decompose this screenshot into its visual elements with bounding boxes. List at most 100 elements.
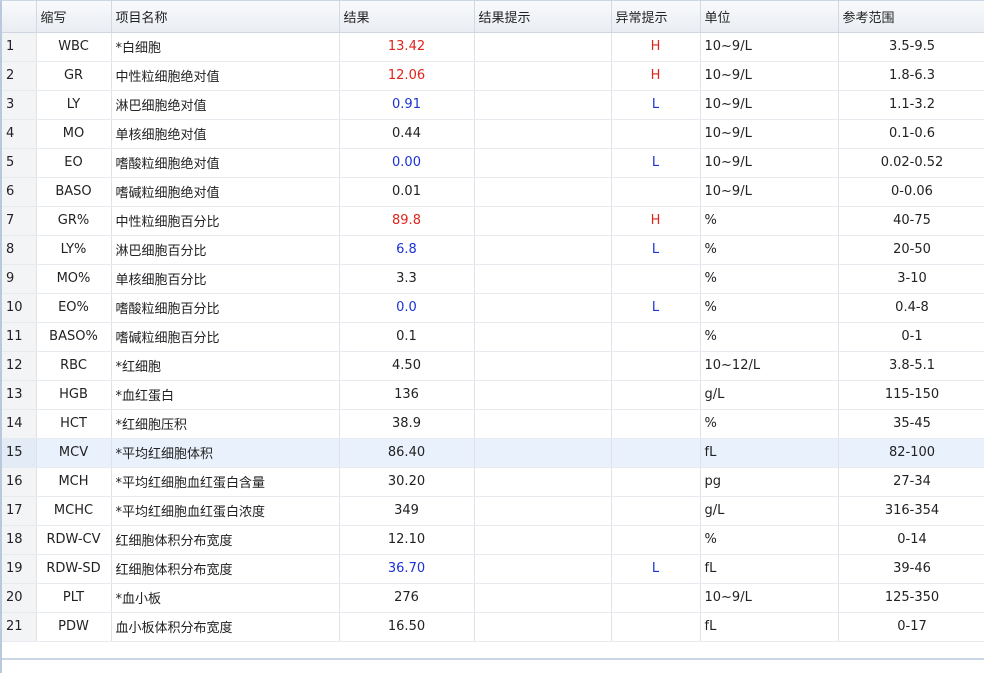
- cell-abbr[interactable]: EO: [36, 148, 112, 178]
- cell-range[interactable]: 3.8-5.1: [838, 351, 984, 381]
- cell-result[interactable]: 0.1: [339, 322, 475, 352]
- cell-abbr[interactable]: RDW-CV: [36, 525, 112, 555]
- row-number[interactable]: 8: [2, 235, 37, 265]
- cell-name[interactable]: 红细胞体积分布宽度: [111, 525, 340, 555]
- cell-unit[interactable]: %: [700, 235, 839, 265]
- cell-hint[interactable]: [474, 496, 612, 526]
- cell-range[interactable]: 0.4-8: [838, 293, 984, 323]
- cell-abbr[interactable]: PDW: [36, 612, 112, 642]
- cell-abbr[interactable]: RBC: [36, 351, 112, 381]
- cell-range[interactable]: 125-350: [838, 583, 984, 613]
- cell-range[interactable]: 82-100: [838, 438, 984, 468]
- cell-abbr[interactable]: LY: [36, 90, 112, 120]
- cell-name[interactable]: 中性粒细胞百分比: [111, 206, 340, 236]
- row-number[interactable]: 13: [2, 380, 37, 410]
- cell-result[interactable]: 3.3: [339, 264, 475, 294]
- cell-flag[interactable]: [611, 467, 701, 497]
- cell-hint[interactable]: [474, 467, 612, 497]
- cell-result[interactable]: 0.44: [339, 119, 475, 149]
- cell-hint[interactable]: [474, 90, 612, 120]
- cell-hint[interactable]: [474, 438, 612, 468]
- row-number[interactable]: 14: [2, 409, 37, 439]
- cell-name[interactable]: *平均红细胞体积: [111, 438, 340, 468]
- row-number[interactable]: 20: [2, 583, 37, 613]
- cell-abbr[interactable]: MO: [36, 119, 112, 149]
- table-row[interactable]: 20 PLT *血小板 276 10~9/L 125-350: [2, 583, 984, 613]
- cell-result[interactable]: 0.91: [339, 90, 475, 120]
- table-row[interactable]: 14 HCT *红细胞压积 38.9% 35-45: [2, 409, 984, 439]
- cell-name[interactable]: *红细胞: [111, 351, 340, 381]
- cell-range[interactable]: 35-45: [838, 409, 984, 439]
- cell-unit[interactable]: 10~9/L: [700, 119, 839, 149]
- cell-range[interactable]: 3-10: [838, 264, 984, 294]
- cell-range[interactable]: 0-0.06: [838, 177, 984, 207]
- column-header-range[interactable]: 参考范围: [838, 1, 984, 33]
- cell-flag[interactable]: L: [611, 148, 701, 178]
- cell-range[interactable]: 0-14: [838, 525, 984, 555]
- column-header-name[interactable]: 项目名称: [111, 1, 340, 33]
- row-number[interactable]: 12: [2, 351, 37, 381]
- cell-result[interactable]: 0.00: [339, 148, 475, 178]
- row-number[interactable]: 15: [2, 438, 37, 468]
- row-number[interactable]: 1: [2, 32, 37, 62]
- row-number[interactable]: 18: [2, 525, 37, 555]
- cell-hint[interactable]: [474, 148, 612, 178]
- cell-abbr[interactable]: RDW-SD: [36, 554, 112, 584]
- table-row[interactable]: 9 MO% 单核细胞百分比 3.3% 3-10: [2, 264, 984, 294]
- cell-result[interactable]: 13.42: [339, 32, 475, 62]
- cell-abbr[interactable]: GR: [36, 61, 112, 91]
- cell-unit[interactable]: 10~9/L: [700, 177, 839, 207]
- row-number[interactable]: 2: [2, 61, 37, 91]
- row-number[interactable]: 9: [2, 264, 37, 294]
- cell-abbr[interactable]: LY%: [36, 235, 112, 265]
- cell-result[interactable]: 86.40: [339, 438, 475, 468]
- table-row[interactable]: 11 BASO% 嗜碱粒细胞百分比 0.1% 0-1: [2, 322, 984, 352]
- cell-abbr[interactable]: EO%: [36, 293, 112, 323]
- cell-name[interactable]: 嗜碱粒细胞百分比: [111, 322, 340, 352]
- cell-flag[interactable]: [611, 409, 701, 439]
- cell-unit[interactable]: 10~9/L: [700, 32, 839, 62]
- column-header-unit[interactable]: 单位: [700, 1, 839, 33]
- cell-hint[interactable]: [474, 293, 612, 323]
- cell-hint[interactable]: [474, 177, 612, 207]
- cell-unit[interactable]: 10~12/L: [700, 351, 839, 381]
- cell-unit[interactable]: fL: [700, 554, 839, 584]
- table-row[interactable]: 3 LY 淋巴细胞绝对值 0.91 L 10~9/L 1.1-3.2: [2, 90, 984, 120]
- cell-flag[interactable]: H: [611, 61, 701, 91]
- cell-name[interactable]: *血红蛋白: [111, 380, 340, 410]
- cell-abbr[interactable]: GR%: [36, 206, 112, 236]
- cell-result[interactable]: 16.50: [339, 612, 475, 642]
- cell-hint[interactable]: [474, 61, 612, 91]
- cell-abbr[interactable]: WBC: [36, 32, 112, 62]
- cell-name[interactable]: 嗜酸粒细胞百分比: [111, 293, 340, 323]
- cell-name[interactable]: *平均红细胞血红蛋白含量: [111, 467, 340, 497]
- cell-result[interactable]: 0.0: [339, 293, 475, 323]
- cell-flag[interactable]: L: [611, 90, 701, 120]
- cell-name[interactable]: 单核细胞百分比: [111, 264, 340, 294]
- table-row[interactable]: 15 MCV *平均红细胞体积 86.40 fL 82-100: [2, 438, 984, 468]
- cell-hint[interactable]: [474, 612, 612, 642]
- cell-name[interactable]: *红细胞压积: [111, 409, 340, 439]
- cell-result[interactable]: 12.06: [339, 61, 475, 91]
- row-number[interactable]: 3: [2, 90, 37, 120]
- cell-flag[interactable]: [611, 525, 701, 555]
- cell-range[interactable]: 20-50: [838, 235, 984, 265]
- cell-unit[interactable]: 10~9/L: [700, 583, 839, 613]
- table-row[interactable]: 6 BASO 嗜碱粒细胞绝对值 0.01 10~9/L 0-0.06: [2, 177, 984, 207]
- row-number[interactable]: 17: [2, 496, 37, 526]
- row-number[interactable]: 4: [2, 119, 37, 149]
- cell-hint[interactable]: [474, 206, 612, 236]
- cell-unit[interactable]: 10~9/L: [700, 61, 839, 91]
- cell-flag[interactable]: [611, 612, 701, 642]
- cell-result[interactable]: 6.8: [339, 235, 475, 265]
- cell-result[interactable]: 136: [339, 380, 475, 410]
- cell-flag[interactable]: L: [611, 554, 701, 584]
- cell-unit[interactable]: %: [700, 409, 839, 439]
- cell-name[interactable]: 嗜碱粒细胞绝对值: [111, 177, 340, 207]
- row-number[interactable]: 19: [2, 554, 37, 584]
- column-header-abbr[interactable]: 缩写: [36, 1, 112, 33]
- cell-hint[interactable]: [474, 264, 612, 294]
- cell-hint[interactable]: [474, 554, 612, 584]
- table-row[interactable]: 8 LY% 淋巴细胞百分比 6.8 L% 20-50: [2, 235, 984, 265]
- column-header-result[interactable]: 结果: [339, 1, 475, 33]
